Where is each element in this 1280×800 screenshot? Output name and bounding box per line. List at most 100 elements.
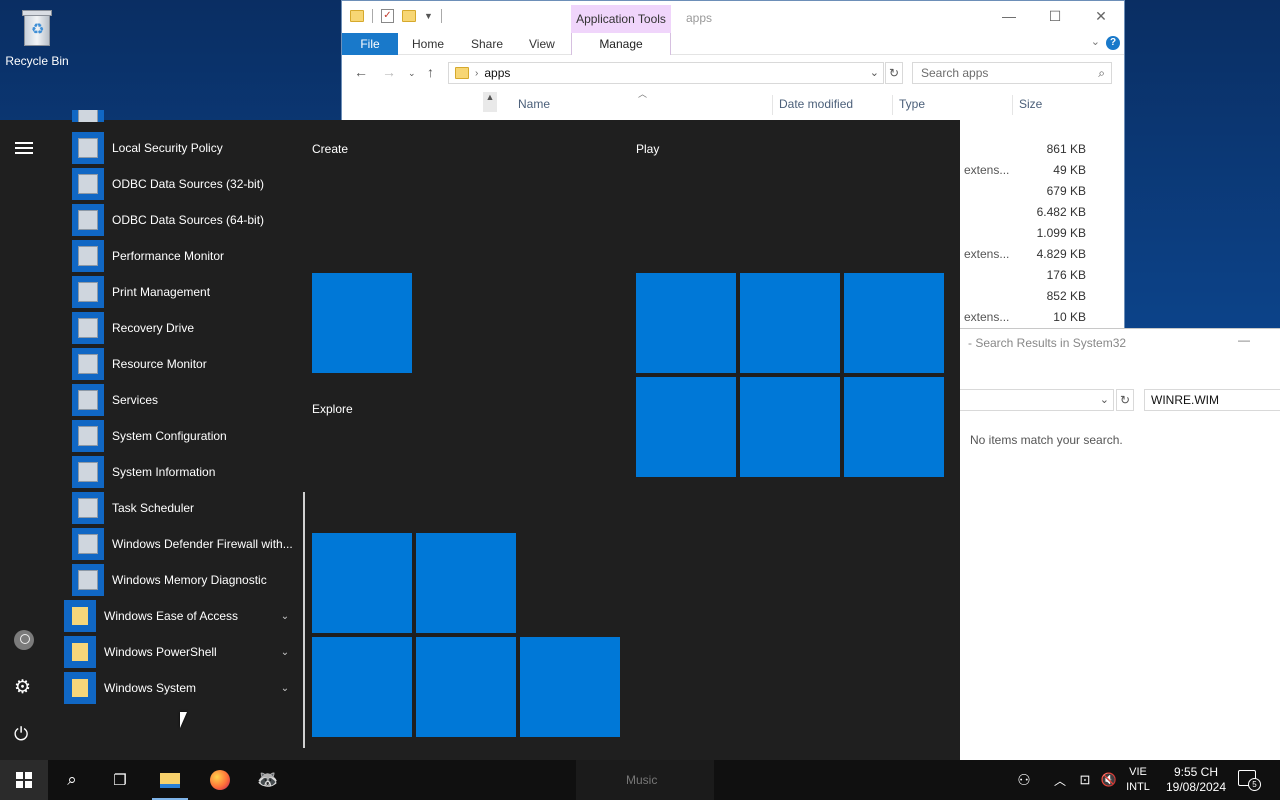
task-view-icon[interactable]: ❐ (96, 760, 144, 800)
tile[interactable] (416, 637, 516, 737)
volume-muted-icon[interactable]: 🔇 (1097, 760, 1121, 800)
search-input[interactable]: WINRE.WIM (1144, 389, 1280, 411)
address-bar[interactable]: › apps ⌄ (448, 62, 884, 84)
tile[interactable] (740, 377, 840, 477)
explorer-titlebar[interactable]: ✓ ▼ Application Tools apps — ☐ ✕ (342, 1, 1124, 33)
print-management-icon (72, 276, 104, 308)
scroll-up-button[interactable]: ▲ (483, 92, 497, 112)
group-header-create[interactable]: Create (312, 142, 348, 156)
refresh-button[interactable]: ↻ (1116, 389, 1134, 411)
network-icon[interactable]: ⊡ (1073, 760, 1097, 800)
group-header-explore[interactable]: Explore (312, 402, 353, 416)
odbc-icon (72, 168, 104, 200)
user-avatar-icon[interactable] (14, 630, 34, 650)
services-gear-icon (72, 384, 104, 416)
app-label: Windows Memory Diagnostic (112, 573, 267, 587)
tile[interactable] (312, 637, 412, 737)
tab-home[interactable]: Home (412, 37, 444, 51)
folder-item[interactable]: Windows Ease of Access ⌄ (64, 598, 294, 634)
memory-diagnostic-icon (72, 564, 104, 596)
forward-arrow-icon[interactable]: → (382, 64, 396, 80)
settings-gear-icon[interactable]: ⚙ (14, 676, 31, 699)
file-explorer-icon[interactable] (146, 760, 194, 800)
clock[interactable]: 9:55 CH 19/08/2024 (1160, 765, 1232, 795)
back-arrow-icon[interactable]: ← (354, 64, 368, 80)
firefox-icon[interactable] (196, 760, 244, 800)
app-item[interactable]: System Information (72, 454, 302, 490)
recycle-bin[interactable]: Recycle Bin (4, 8, 70, 68)
app-label: Local Security Policy (112, 141, 223, 155)
app-item[interactable]: Services (72, 382, 302, 418)
tile[interactable] (636, 377, 736, 477)
app-label: Performance Monitor (112, 249, 225, 263)
app-item[interactable]: System Configuration (72, 418, 302, 454)
tile[interactable] (844, 273, 944, 373)
app-item[interactable]: Task Scheduler (72, 490, 302, 526)
tile[interactable] (520, 637, 620, 737)
expand-ribbon-icon[interactable]: ⌄ (1091, 35, 1100, 48)
chevron-up-icon[interactable]: ︿ (1048, 760, 1072, 800)
tile[interactable] (844, 377, 944, 477)
search-results-window: - Search Results in System32 — ⌄ ↻ WINRE… (958, 328, 1280, 760)
refresh-button[interactable]: ↻ (885, 62, 903, 84)
app-list: Local Security Policy ODBC Data Sources … (48, 110, 302, 760)
language-indicator[interactable]: VIE INTL (1124, 765, 1152, 795)
new-folder-icon[interactable] (402, 10, 416, 22)
app-item[interactable]: ODBC Data Sources (32-bit) (72, 166, 302, 202)
app-item[interactable]: Performance Monitor (72, 238, 302, 274)
app-item[interactable]: Resource Monitor (72, 346, 302, 382)
hamburger-menu-icon[interactable] (15, 142, 33, 157)
app-item[interactable]: Recovery Drive (72, 310, 302, 346)
column-type[interactable]: Type (899, 97, 925, 111)
power-icon[interactable]: ⏻ (14, 724, 28, 745)
folder-item[interactable]: Windows PowerShell ⌄ (64, 634, 294, 670)
start-button[interactable] (0, 760, 48, 800)
group-header-play[interactable]: Play (636, 142, 659, 156)
properties-icon[interactable]: ✓ (381, 9, 394, 23)
app-item[interactable]: Print Management (72, 274, 302, 310)
tile[interactable] (740, 273, 840, 373)
action-center-icon[interactable]: 5 (1238, 770, 1261, 791)
breadcrumb[interactable]: apps (484, 66, 510, 80)
recent-locations-icon[interactable]: ⌄ (408, 68, 416, 79)
column-name[interactable]: Name (518, 97, 550, 111)
address-bar[interactable]: ⌄ (958, 389, 1114, 411)
tab-share[interactable]: Share (471, 37, 503, 51)
search-icon[interactable]: ⌕ (48, 760, 96, 800)
tile[interactable] (416, 533, 516, 633)
tab-view[interactable]: View (529, 37, 555, 51)
firewall-icon (72, 528, 104, 560)
tile[interactable] (312, 533, 412, 633)
address-dropdown-icon[interactable]: ⌄ (870, 66, 879, 79)
folder-item[interactable]: Windows System ⌄ (64, 670, 294, 706)
scrollbar[interactable] (303, 492, 305, 748)
app-label: Services (112, 393, 159, 407)
address-dropdown-icon[interactable]: ⌄ (1100, 393, 1109, 406)
close-button[interactable]: ✕ (1078, 1, 1124, 31)
up-arrow-icon[interactable]: ↑ (427, 64, 434, 80)
help-icon[interactable]: ? (1106, 36, 1120, 50)
tile[interactable] (312, 273, 412, 373)
column-date-modified[interactable]: Date modified (779, 97, 853, 111)
search-input[interactable]: Search apps ⌕ (912, 62, 1112, 84)
chevron-down-icon: ⌄ (280, 646, 290, 658)
app-item[interactable]: ODBC Data Sources (64-bit) (72, 202, 302, 238)
tab-manage[interactable]: Manage (571, 33, 671, 55)
maximize-button[interactable]: ☐ (1032, 1, 1078, 31)
taskbar: ⌕ ❐ 🦝 Music ⚇ ︿ ⊡ 🔇 VIE INTL 9:55 CH 19/… (0, 760, 1280, 800)
minimize-button[interactable]: — (1238, 333, 1250, 347)
window-title: apps (686, 11, 713, 25)
column-size[interactable]: Size (1019, 97, 1042, 111)
app-label: System Configuration (112, 429, 227, 443)
app-icon[interactable]: 🦝 (244, 760, 292, 800)
app-item[interactable]: Local Security Policy (72, 130, 302, 166)
app-item[interactable]: Windows Defender Firewall with... (72, 526, 302, 562)
minimize-button[interactable]: — (986, 1, 1032, 31)
app-item[interactable]: Windows Memory Diagnostic (72, 562, 302, 598)
tile[interactable] (636, 273, 736, 373)
list-item: 679 KB (1046, 184, 1086, 198)
people-icon[interactable]: ⚇ (1000, 760, 1048, 800)
customize-toolbar-icon[interactable]: ▼ (424, 11, 433, 21)
tab-file[interactable]: File (342, 33, 398, 55)
breadcrumb-chevron-icon[interactable]: › (475, 68, 478, 79)
